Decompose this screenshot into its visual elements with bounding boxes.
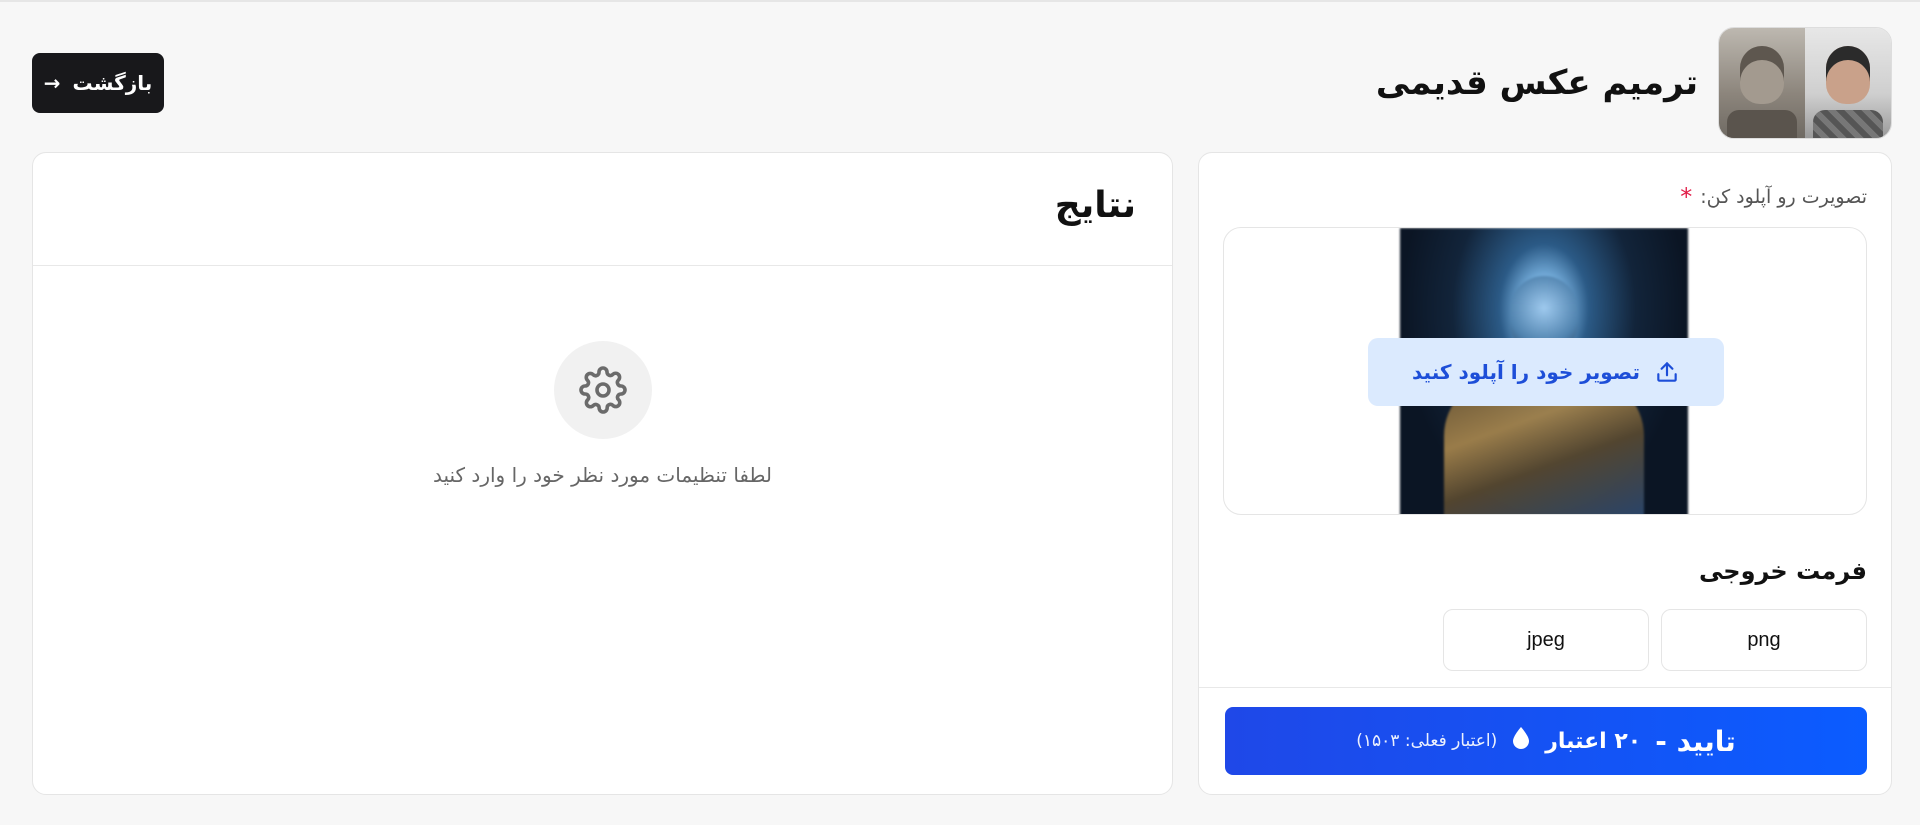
upload-icon bbox=[1657, 362, 1677, 382]
required-mark: * bbox=[1680, 183, 1693, 211]
submit-cost: ۲۰ اعتبار bbox=[1545, 728, 1642, 754]
upload-button-label: تصویر خود را آپلود کنید bbox=[1412, 360, 1640, 384]
header-title-group: ترمیم عکس قدیمی bbox=[1376, 27, 1892, 139]
arrow-right-icon: → bbox=[43, 71, 61, 95]
before-after-thumbnail bbox=[1718, 27, 1892, 139]
format-option-png[interactable]: png bbox=[1661, 609, 1867, 671]
restored-photo-half bbox=[1805, 28, 1891, 138]
format-options: png jpeg bbox=[1443, 609, 1867, 671]
format-option-jpeg[interactable]: jpeg bbox=[1443, 609, 1649, 671]
divider bbox=[1199, 687, 1891, 688]
submit-label: تایید - bbox=[1655, 724, 1736, 758]
submit-button[interactable]: تایید - ۲۰ اعتبار (اعتبار فعلی: ۱۵۰۳) bbox=[1225, 707, 1867, 775]
gear-icon bbox=[553, 341, 652, 439]
drop-icon bbox=[1511, 726, 1531, 756]
back-button-label: بازگشت bbox=[72, 71, 153, 95]
empty-state-text: لطفا تنظیمات مورد نظر خود را وارد کنید bbox=[432, 463, 773, 487]
old-photo-half bbox=[1719, 28, 1805, 138]
output-format-title: فرمت خروجی bbox=[1699, 557, 1867, 585]
results-panel: نتایج لطفا تنظیمات مورد نظر خود را وارد … bbox=[32, 152, 1173, 795]
page-title: ترمیم عکس قدیمی bbox=[1375, 63, 1698, 103]
back-button[interactable]: بازگشت → bbox=[32, 53, 164, 113]
empty-state: لطفا تنظیمات مورد نظر خود را وارد کنید bbox=[33, 341, 1172, 487]
current-credit: (اعتبار فعلی: ۱۵۰۳) bbox=[1356, 731, 1498, 751]
results-divider bbox=[33, 265, 1172, 266]
upload-label: تصویرت رو آپلود کن: * bbox=[1680, 183, 1867, 211]
results-title: نتایج bbox=[1054, 185, 1136, 226]
upload-label-text: تصویرت رو آپلود کن: bbox=[1700, 186, 1867, 208]
upload-image-button[interactable]: تصویر خود را آپلود کنید bbox=[1368, 338, 1724, 406]
settings-panel: تصویرت رو آپلود کن: * تصویر خود را آپلود… bbox=[1198, 152, 1892, 795]
image-dropzone[interactable]: تصویر خود را آپلود کنید bbox=[1223, 227, 1867, 515]
header: ترمیم عکس قدیمی بازگشت → bbox=[32, 24, 1892, 142]
